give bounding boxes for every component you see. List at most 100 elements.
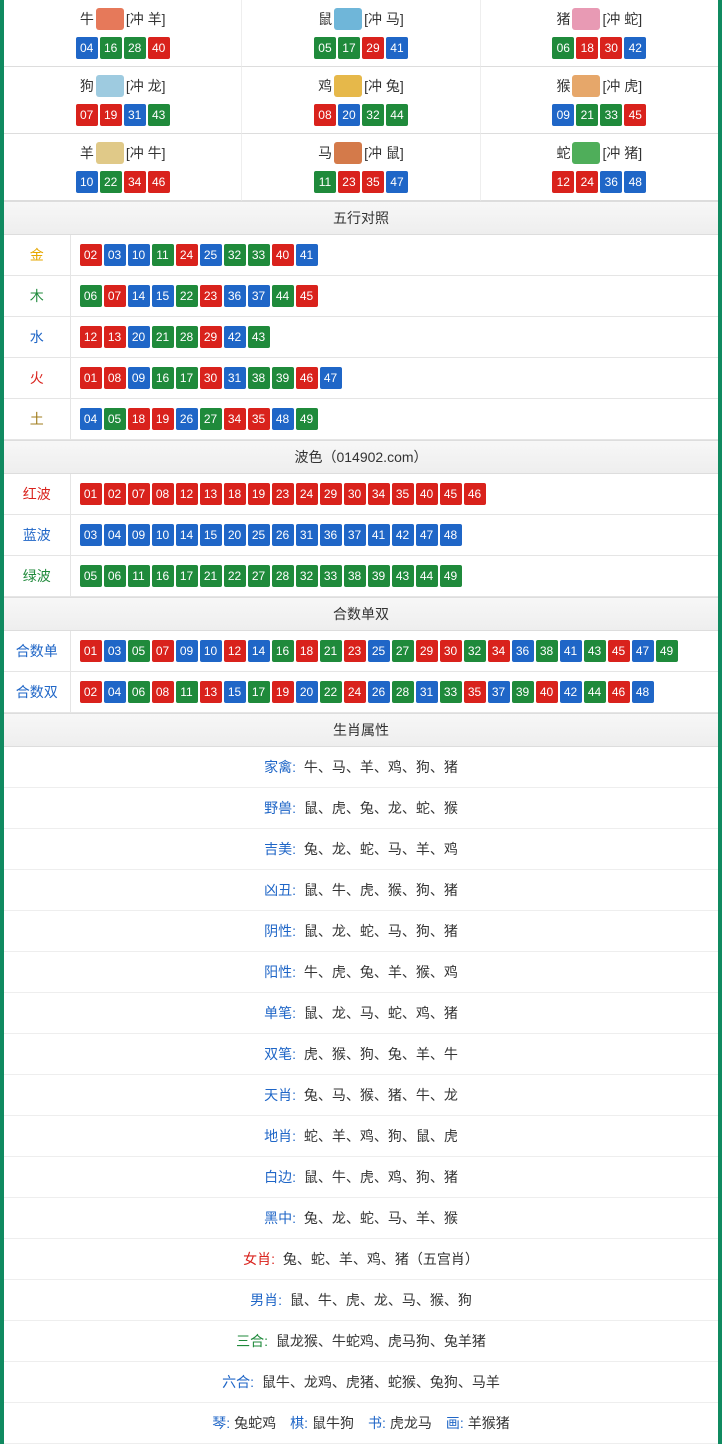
number-ball: 03	[80, 524, 102, 546]
row-numbers: 1213202128294243	[70, 317, 718, 358]
number-ball: 04	[80, 408, 102, 430]
attrs-header: 生肖属性	[4, 713, 718, 747]
number-ball: 27	[392, 640, 414, 662]
attr-row: 女肖: 兔、蛇、羊、鸡、猪（五宫肖）	[4, 1239, 718, 1280]
attr-key: 天肖:	[264, 1087, 296, 1103]
zodiac-conflict: [冲 马]	[364, 11, 404, 27]
number-ball: 30	[600, 37, 622, 59]
number-ball: 44	[584, 681, 606, 703]
number-ball: 19	[100, 104, 122, 126]
zodiac-conflict: [冲 龙]	[126, 78, 166, 94]
number-ball: 37	[248, 285, 270, 307]
number-ball: 16	[152, 367, 174, 389]
number-ball: 36	[600, 171, 622, 193]
attr-key: 野兽:	[264, 800, 296, 816]
attr-row: 男肖: 鼠、牛、虎、龙、马、猴、狗	[4, 1280, 718, 1321]
attr-row: 家禽: 牛、马、羊、鸡、狗、猪	[4, 747, 718, 788]
number-ball: 10	[128, 244, 150, 266]
number-ball: 37	[488, 681, 510, 703]
attr-value: 虎、猴、狗、兔、羊、牛	[300, 1046, 458, 1062]
number-ball: 17	[248, 681, 270, 703]
number-ball: 34	[124, 171, 146, 193]
number-ball: 29	[416, 640, 438, 662]
number-ball: 43	[392, 565, 414, 587]
attr-key: 单笔:	[264, 1005, 296, 1021]
zodiac-cell: 猴[冲 虎]09213345	[481, 67, 718, 134]
zodiac-grid: 牛[冲 羊]04162840鼠[冲 马]05172941猪[冲 蛇]061830…	[4, 0, 718, 201]
number-ball: 36	[320, 524, 342, 546]
number-ball: 46	[464, 483, 486, 505]
number-ball: 39	[368, 565, 390, 587]
number-ball: 23	[338, 171, 360, 193]
number-ball: 33	[320, 565, 342, 587]
number-ball: 02	[80, 244, 102, 266]
row-label: 火	[4, 358, 70, 399]
row-numbers: 0102070812131819232429303435404546	[70, 474, 718, 515]
number-ball: 05	[104, 408, 126, 430]
row-label: 木	[4, 276, 70, 317]
number-ball: 42	[392, 524, 414, 546]
zodiac-name: 鸡	[318, 76, 332, 96]
number-ball: 04	[104, 681, 126, 703]
attr-value: 鼠、牛、虎、猴、狗、猪	[300, 882, 458, 898]
number-ball: 01	[80, 640, 102, 662]
number-ball: 45	[624, 104, 646, 126]
number-ball: 26	[176, 408, 198, 430]
row-label: 蓝波	[4, 515, 70, 556]
number-ball: 14	[176, 524, 198, 546]
row-label: 绿波	[4, 556, 70, 597]
zodiac-cell: 鼠[冲 马]05172941	[242, 0, 480, 67]
attr-row: 三合: 鼠龙猴、牛蛇鸡、虎马狗、兔羊猪	[4, 1321, 718, 1362]
number-ball: 47	[386, 171, 408, 193]
number-ball: 20	[224, 524, 246, 546]
number-ball: 17	[176, 367, 198, 389]
number-ball: 31	[224, 367, 246, 389]
number-ball: 02	[104, 483, 126, 505]
number-ball: 09	[128, 524, 150, 546]
fourarts-key: 琴:	[212, 1415, 230, 1431]
number-ball: 15	[224, 681, 246, 703]
number-ball: 30	[344, 483, 366, 505]
number-ball: 18	[296, 640, 318, 662]
number-ball: 28	[124, 37, 146, 59]
zodiac-icon	[572, 142, 600, 164]
attr-row: 白边: 鼠、牛、虎、鸡、狗、猪	[4, 1157, 718, 1198]
fourarts-value: 兔蛇鸡	[234, 1415, 290, 1431]
page-frame: 牛[冲 羊]04162840鼠[冲 马]05172941猪[冲 蛇]061830…	[0, 0, 722, 1444]
number-ball: 38	[536, 640, 558, 662]
zodiac-name: 羊	[80, 143, 94, 163]
number-ball: 29	[320, 483, 342, 505]
zodiac-name: 牛	[80, 9, 94, 29]
number-ball: 17	[176, 565, 198, 587]
attr-value: 兔、龙、蛇、马、羊、猴	[300, 1210, 458, 1226]
number-ball: 05	[314, 37, 336, 59]
number-ball: 37	[344, 524, 366, 546]
number-ball: 18	[576, 37, 598, 59]
number-ball: 26	[272, 524, 294, 546]
zodiac-cell: 鸡[冲 兔]08203244	[242, 67, 480, 134]
number-ball: 17	[338, 37, 360, 59]
row-numbers: 02031011242532334041	[70, 235, 718, 276]
number-ball: 11	[152, 244, 174, 266]
number-ball: 39	[512, 681, 534, 703]
number-ball: 31	[296, 524, 318, 546]
zodiac-icon	[334, 8, 362, 30]
zodiac-icon	[572, 75, 600, 97]
number-ball: 22	[320, 681, 342, 703]
zodiac-cell: 蛇[冲 猪]12243648	[481, 134, 718, 201]
number-ball: 48	[624, 171, 646, 193]
zodiac-cell: 狗[冲 龙]07193143	[4, 67, 242, 134]
attr-key: 双笔:	[264, 1046, 296, 1062]
number-ball: 48	[632, 681, 654, 703]
number-ball: 11	[314, 171, 336, 193]
number-ball: 25	[200, 244, 222, 266]
row-label: 土	[4, 399, 70, 440]
attr-row: 野兽: 鼠、虎、兔、龙、蛇、猴	[4, 788, 718, 829]
attr-key: 女肖:	[243, 1251, 275, 1267]
zodiac-conflict: [冲 兔]	[364, 78, 404, 94]
attr-key: 阳性:	[264, 964, 296, 980]
number-ball: 49	[440, 565, 462, 587]
number-ball: 09	[176, 640, 198, 662]
zodiac-conflict: [冲 牛]	[126, 145, 166, 161]
row-label: 合数单	[4, 631, 70, 672]
